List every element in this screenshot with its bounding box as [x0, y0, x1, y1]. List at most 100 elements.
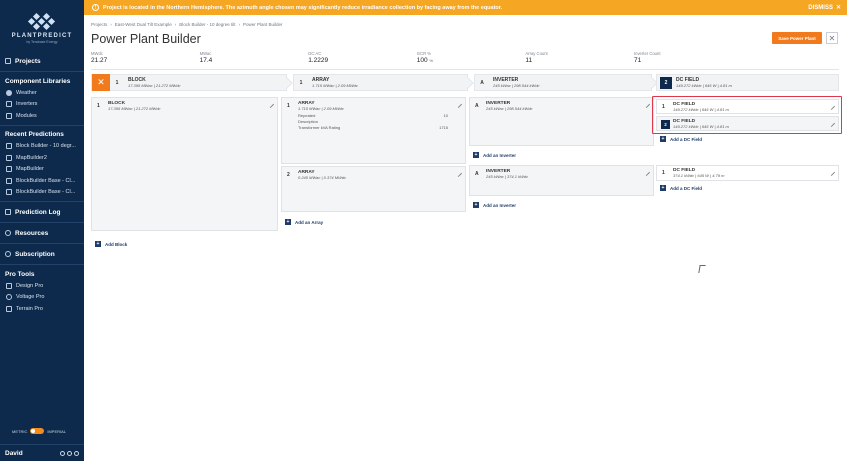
- units-toggle[interactable]: [30, 428, 45, 434]
- array-card[interactable]: 2 ARRAY 0.245 MWac | 0.374 MWdc: [281, 166, 466, 212]
- property-value: 1715: [439, 125, 448, 130]
- block-card[interactable]: 1 BLOCK 17.395 MWac | 21.272 MWdc: [91, 97, 278, 231]
- column-header-dc-field[interactable]: 2 DC FIELD 149.272 kWdc | 645 W | 4.81 m: [656, 74, 839, 91]
- plus-icon: +: [473, 201, 479, 208]
- edit-icon[interactable]: [642, 100, 651, 109]
- card-subtitle: 1.715 MWac | 2.09 MWdc: [298, 106, 344, 111]
- sidebar-item-projects[interactable]: Projects: [0, 54, 84, 68]
- card-subtitle: 17.395 MWac | 21.272 MWdc: [108, 106, 161, 111]
- logo-subtitle: by Terabase Energy: [26, 40, 58, 44]
- user-actions: [60, 450, 79, 456]
- column-header-block[interactable]: ✕ 1 BLOCK 17.395 MWac | 21.272 MWdc: [91, 74, 293, 91]
- plus-icon: +: [660, 135, 666, 142]
- chevron-right-icon: ›: [238, 22, 240, 27]
- user-bar: David: [0, 444, 84, 461]
- chevron-right-icon: ›: [174, 22, 177, 27]
- card-subtitle: 374.1 kWdc | 645 W | 4.79 m: [673, 173, 725, 178]
- add-dc-field-button[interactable]: + Add a DC Field: [660, 136, 702, 142]
- divider: [0, 201, 84, 202]
- chevron-right-icon: [281, 77, 293, 89]
- edit-icon[interactable]: [827, 168, 836, 177]
- sidebar-item-label: Voltage Pro: [16, 294, 45, 301]
- sidebar-item-prediction-log[interactable]: Prediction Log: [0, 205, 84, 219]
- dismiss-button[interactable]: DISMISS ✕: [808, 0, 841, 15]
- card-subtitle: 245 kWac | 374.1 kWdc: [486, 174, 529, 179]
- column-header-array[interactable]: 1 ARRAY 1.715 MWac | 2.09 MWdc: [293, 74, 474, 91]
- edit-icon[interactable]: [266, 100, 275, 109]
- add-array-button[interactable]: + Add an Array: [285, 219, 323, 225]
- add-inverter-button[interactable]: + Add an Inverter: [473, 202, 516, 208]
- units-toggle-group: METRIC IMPERIAL: [12, 428, 66, 434]
- plus-icon: +: [95, 240, 101, 247]
- edit-icon[interactable]: [454, 100, 463, 109]
- dc-field-card[interactable]: 1 DC FIELD 374.1 kWdc | 645 W | 4.79 m: [656, 165, 839, 181]
- array-card[interactable]: 1 ARRAY 1.715 MWac | 2.09 MWdc Repeated 1…: [281, 97, 466, 164]
- username[interactable]: David: [5, 450, 23, 457]
- add-block-button[interactable]: + Add Block: [95, 241, 127, 247]
- alert-icon: !: [92, 4, 99, 11]
- recent-item-label: BlockBuilder Base - Cl...: [16, 177, 76, 184]
- divider: [0, 222, 84, 223]
- sidebar-item-inverters[interactable]: Inverters: [0, 99, 84, 111]
- document-icon: [6, 166, 12, 173]
- close-icon[interactable]: ✕: [92, 74, 110, 91]
- sidebar-item-label: Modules: [16, 112, 37, 119]
- card-number: 2: [287, 172, 290, 178]
- selection-highlight: [652, 96, 842, 134]
- section-pro-tools: Pro Tools: [5, 270, 35, 278]
- document-icon: [6, 154, 12, 161]
- subscription-icon: [5, 251, 11, 257]
- alert-text: Project is located in the Northern Hemis…: [103, 4, 503, 11]
- header-text: INVERTER 245 kWac | 298.544 kWdc: [489, 77, 540, 89]
- log-icon: [5, 209, 11, 215]
- logout-icon[interactable]: [74, 450, 79, 456]
- divider: [0, 243, 84, 244]
- recent-item[interactable]: BlockBuilder Base - Cl...: [0, 175, 84, 187]
- account-icon[interactable]: [60, 450, 65, 456]
- recent-item[interactable]: Block Builder - 10 degr...: [0, 141, 84, 153]
- sidebar-item-resources[interactable]: Resources: [0, 226, 84, 240]
- property-label: Transformer kVA Rating: [298, 125, 341, 130]
- header-subtitle: 1.715 MWac | 2.09 MWdc: [312, 82, 358, 88]
- add-dc-field-button[interactable]: + Add a DC Field: [660, 185, 702, 191]
- edit-icon[interactable]: [454, 169, 463, 178]
- breadcrumb-item[interactable]: East-West Dual Tilt Example: [115, 22, 172, 27]
- add-block-label: Add Block: [105, 241, 128, 247]
- sidebar-item-subscription[interactable]: Subscription: [0, 247, 84, 261]
- card-number: A: [475, 171, 479, 177]
- recent-item[interactable]: MapBuilder2: [0, 152, 84, 164]
- inverter-card[interactable]: A INVERTER 245 kWac | 374.1 kWdc: [469, 165, 654, 196]
- sidebar-item-label: Weather: [16, 89, 37, 96]
- add-inverter-button[interactable]: + Add an Inverter: [473, 152, 516, 158]
- voltage-icon: [6, 294, 12, 301]
- breadcrumb-item[interactable]: Projects: [91, 22, 107, 27]
- stat-label: MWac: [199, 51, 212, 56]
- stat-value: 100 %: [417, 57, 526, 64]
- stat-mwac: MWac 17.4: [200, 51, 309, 64]
- logo[interactable]: PLANTPREDICT by Terabase Energy: [0, 0, 84, 50]
- sidebar: PLANTPREDICT by Terabase Energy Projects…: [0, 0, 84, 461]
- recent-item[interactable]: BlockBuilder Base - Cl...: [0, 187, 84, 199]
- stat-dcac: DC:AC 1.2229: [308, 51, 417, 64]
- column-header-inverter[interactable]: A INVERTER 245 kWac | 298.544 kWdc: [474, 74, 658, 91]
- plus-icon: +: [660, 184, 666, 191]
- card-number: 1: [287, 103, 290, 109]
- header-text: BLOCK 17.395 MWac | 21.272 MWdc: [124, 77, 181, 89]
- stat-label: Inverter Count: [633, 51, 661, 56]
- sidebar-item-weather[interactable]: Weather: [0, 87, 84, 99]
- sidebar-item-design-pro[interactable]: Design Pro: [0, 280, 84, 292]
- inverter-card[interactable]: A INVERTER 245 kWac | 298.544 kWdc: [469, 97, 654, 146]
- recent-item-label: Block Builder - 10 degr...: [16, 143, 76, 150]
- settings-icon[interactable]: [67, 450, 72, 456]
- sidebar-item-modules[interactable]: Modules: [0, 110, 84, 122]
- sidebar-item-voltage-pro[interactable]: Voltage Pro: [0, 292, 84, 304]
- close-button[interactable]: ✕: [826, 32, 838, 44]
- metric-label: METRIC: [12, 428, 28, 434]
- recent-item[interactable]: MapBuilder: [0, 164, 84, 176]
- breadcrumb-item[interactable]: Block Builder - 10 degree tilt: [179, 22, 235, 27]
- save-power-plant-button[interactable]: Save Power Plant: [772, 32, 822, 44]
- design-icon: [6, 282, 12, 289]
- header-subtitle: 245 kWac | 298.544 kWdc: [493, 82, 540, 88]
- sidebar-item-terrain-pro[interactable]: Terrain Pro: [0, 303, 84, 315]
- edit-icon[interactable]: [642, 168, 651, 177]
